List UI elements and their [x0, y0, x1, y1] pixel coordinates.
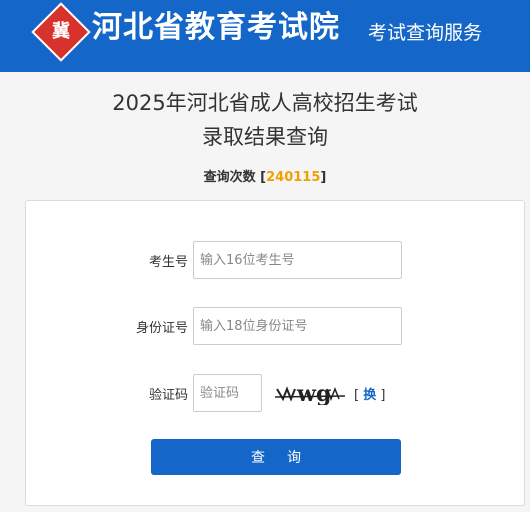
logo-icon: 冀 [31, 2, 91, 62]
refresh-close: ] [380, 388, 386, 403]
query-count-value: 240115 [266, 170, 321, 185]
service-title: 考试查询服务 [368, 22, 483, 44]
exam-no-label: 考生号 [148, 255, 188, 270]
query-count: 查询次数 [240115] [0, 166, 530, 185]
captcha-refresh: [ 换 ] [354, 384, 385, 403]
query-count-label: 查询次数 [203, 170, 256, 185]
exam-no-input[interactable] [193, 241, 402, 279]
refresh-captcha-link[interactable]: 换 [363, 388, 376, 403]
id-no-label: 身份证号 [135, 321, 188, 336]
logo-mark: 冀 [52, 21, 70, 42]
refresh-open: [ [354, 388, 360, 403]
captcha-text: wg [296, 383, 331, 405]
org-name: 河北省教育考试院 [92, 10, 340, 45]
site-header: 冀 河北省教育考试院 考试查询服务 [0, 0, 530, 72]
captcha-label: 验证码 [148, 388, 188, 403]
query-button[interactable]: 查询 [151, 439, 401, 475]
page-title-line1: 2025年河北省成人高校招生考试 [112, 91, 418, 115]
page-title-line2: 录取结果查询 [202, 125, 328, 149]
id-no-input[interactable] [193, 307, 402, 345]
captcha-input[interactable] [193, 374, 262, 412]
captcha-image[interactable]: wg [275, 383, 345, 405]
query-count-close: ] [320, 170, 327, 185]
